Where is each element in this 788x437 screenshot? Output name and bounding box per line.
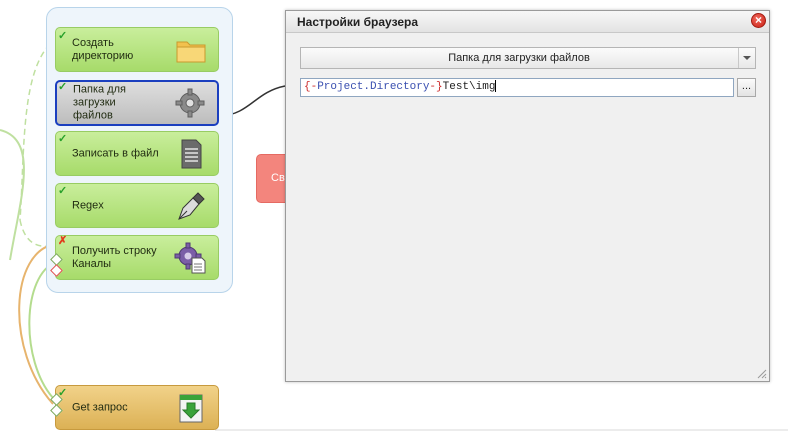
gear-document-icon — [174, 242, 206, 273]
node-label: Regex — [72, 199, 104, 211]
variable-open-brace: {- — [304, 81, 318, 93]
dialog-title: Настройки браузера — [297, 15, 419, 29]
node-write-file[interactable]: Записать в файл — [55, 131, 219, 176]
variable-close-brace: -} — [429, 81, 443, 93]
status-ok-icon: ✓ — [58, 81, 68, 93]
node-label: Папка для загрузки файлов — [73, 83, 127, 122]
node-label: Получить строку Каналы — [72, 244, 157, 270]
connector-left-solid — [0, 129, 25, 261]
status-error-icon: ✗ — [58, 235, 68, 247]
node-create-directory[interactable]: Создать директорию — [55, 27, 219, 72]
node-regex[interactable]: Regex — [55, 183, 219, 228]
status-ok-icon: ✓ — [58, 133, 68, 145]
gear-icon — [175, 88, 205, 118]
close-icon[interactable]: × — [751, 13, 766, 28]
resize-grip-icon[interactable] — [755, 367, 767, 379]
variable-name: Project.Directory — [317, 81, 430, 93]
browser-settings-dialog: Настройки браузера × Папка для загрузки … — [285, 10, 770, 382]
node-get-string-channels[interactable]: Получить строку Каналы — [55, 235, 219, 280]
folder-path-field[interactable]: {-Project.Directory-}Test\img — [300, 78, 734, 97]
pen-nib-icon — [178, 191, 205, 220]
dialog-titlebar[interactable]: Настройки браузера × — [286, 11, 769, 33]
folder-icon — [176, 41, 206, 62]
node-label: Get запрос — [72, 401, 128, 413]
status-ok-icon: ✓ — [58, 30, 68, 42]
browse-button[interactable]: ... — [737, 78, 756, 97]
text-caret — [495, 80, 497, 93]
chevron-down-icon[interactable] — [738, 48, 755, 68]
node-label: Создать директорию — [72, 36, 134, 62]
action-select-value: Папка для загрузки файлов — [448, 52, 590, 64]
action-select[interactable]: Папка для загрузки файлов — [300, 47, 756, 69]
node-download-folder[interactable]: Папка для загрузки файлов — [55, 80, 219, 126]
document-icon — [181, 139, 202, 168]
path-literal: Test\img — [442, 81, 496, 93]
node-label: Св — [271, 172, 285, 184]
download-arrow-icon — [179, 394, 203, 422]
node-label: Записать в файл — [72, 147, 159, 159]
status-ok-icon: ✓ — [58, 185, 68, 197]
node-get-request[interactable]: Get запрос — [55, 385, 219, 430]
